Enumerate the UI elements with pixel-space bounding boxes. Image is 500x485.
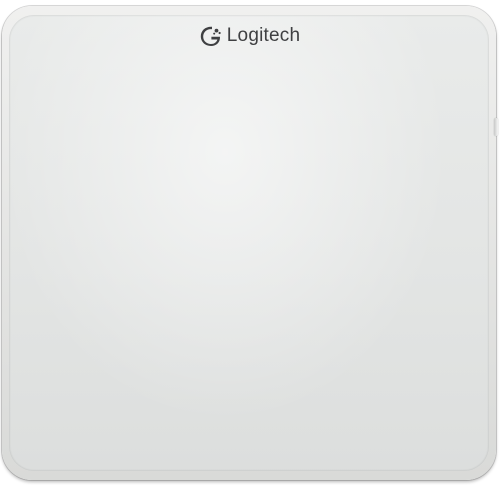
brand-logo: Logitech — [0, 25, 500, 47]
logitech-logo-icon — [200, 26, 221, 46]
product-photo: Logitech — [0, 0, 500, 485]
trackpad-body — [2, 6, 496, 480]
touch-surface — [9, 15, 489, 471]
brand-wordmark: Logitech — [226, 25, 301, 46]
power-switch — [494, 118, 498, 136]
